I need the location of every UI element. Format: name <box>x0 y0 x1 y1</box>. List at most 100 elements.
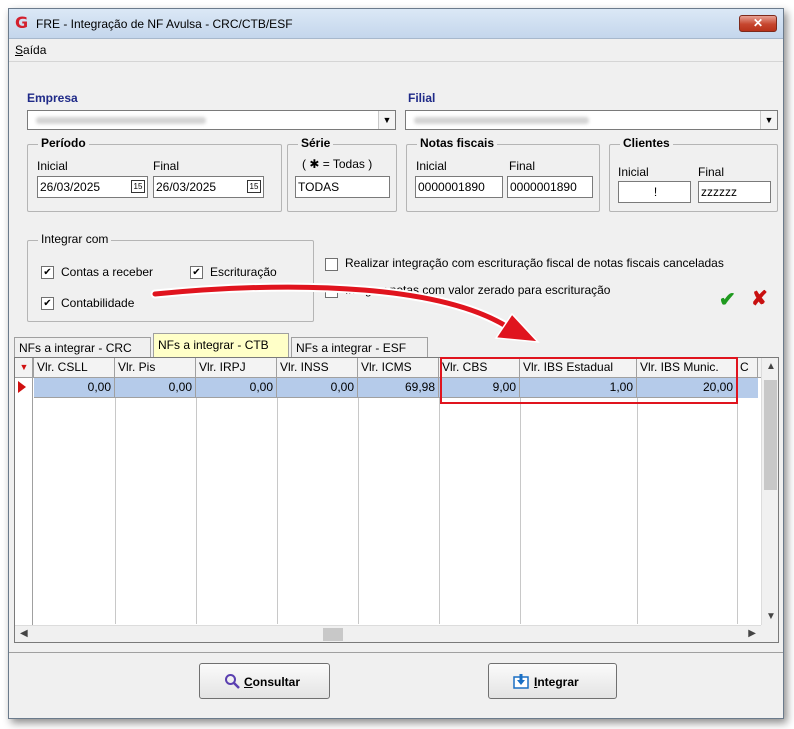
horizontal-scroll-thumb[interactable] <box>323 628 343 641</box>
grid-line <box>277 398 278 624</box>
escrituracao-label: Escrituração <box>210 265 277 279</box>
scroll-left-icon[interactable]: ◀ <box>20 628 28 639</box>
integrar-title: Integrar com <box>38 232 112 246</box>
menu-saida[interactable]: Saída <box>15 43 46 57</box>
cancel-x-icon[interactable]: ✘ <box>751 286 768 311</box>
scroll-corner <box>761 625 778 642</box>
serie-hint: ( ✱ = Todas ) <box>302 157 373 171</box>
current-row-arrow-icon <box>18 381 26 393</box>
clientes-final-value: zzzzzz <box>701 185 737 199</box>
clientes-inicial-value: ! <box>653 185 658 199</box>
vertical-scroll-thumb[interactable] <box>764 380 777 490</box>
canceladas-label: Realizar integração com escrituração fis… <box>345 256 724 270</box>
magnifier-icon <box>225 674 240 689</box>
integrar-button[interactable]: Integrar <box>488 663 617 699</box>
close-button[interactable]: ✕ <box>739 15 777 32</box>
col-c-header[interactable]: C <box>737 358 758 377</box>
col-icms-header[interactable]: Vlr. ICMS <box>358 358 439 377</box>
clientes-title: Clientes <box>620 136 673 150</box>
canceladas-checkbox[interactable] <box>325 258 338 271</box>
periodo-final-field[interactable]: 26/03/2025 15 <box>153 176 264 198</box>
app-logo-icon: G <box>15 13 29 32</box>
empresa-dropdown-icon[interactable]: ▼ <box>378 111 395 129</box>
footer-separator <box>9 652 783 653</box>
col-inss-header[interactable]: Vlr. INSS <box>277 358 358 377</box>
empresa-value-redacted <box>36 117 206 124</box>
filial-select[interactable]: ▼ <box>405 110 778 130</box>
periodo-final-value: 26/03/2025 <box>156 180 217 194</box>
notas-inicial-label: Inicial <box>416 159 447 173</box>
clientes-final-label: Final <box>698 165 725 179</box>
menu-saida-label: aída <box>23 43 47 57</box>
scroll-up-icon[interactable]: ▲ <box>766 361 776 372</box>
grid-line <box>196 398 197 624</box>
cell-icms[interactable]: 69,98 <box>358 378 439 398</box>
col-csll-header[interactable]: Vlr. CSLL <box>34 358 115 377</box>
menu-saida-mnemonic: S <box>15 43 24 57</box>
scroll-right-icon[interactable]: ▶ <box>748 628 756 639</box>
grid-line <box>520 398 521 624</box>
window-title: FRE - Integração de NF Avulsa - CRC/CTB/… <box>36 17 293 31</box>
filial-dropdown-icon[interactable]: ▼ <box>760 111 777 129</box>
cell-pis[interactable]: 0,00 <box>115 378 196 398</box>
notas-inicial-input[interactable]: 0000001890 <box>415 176 503 198</box>
clientes-group: Clientes Inicial Final ! zzzzzz <box>609 136 778 212</box>
periodo-inicial-field[interactable]: 26/03/2025 15 <box>37 176 148 198</box>
contas-receber-checkbox[interactable]: ✔ <box>41 266 54 279</box>
serie-group: Série ( ✱ = Todas ) TODAS <box>287 136 397 212</box>
contabilidade-label: Contabilidade <box>61 296 135 310</box>
clientes-inicial-label: Inicial <box>618 165 649 179</box>
col-pis-header[interactable]: Vlr. Pis <box>115 358 196 377</box>
notas-group: Notas fiscais Inicial Final 0000001890 0… <box>406 136 600 212</box>
calendar-icon[interactable]: 15 <box>247 180 261 193</box>
integrar-label: Integrar <box>534 675 579 689</box>
calendar-icon[interactable]: 15 <box>131 180 145 193</box>
grid-line <box>358 398 359 624</box>
periodo-title: Período <box>38 136 89 150</box>
empresa-select[interactable]: ▼ <box>27 110 396 130</box>
consultar-label: Consultar <box>244 675 300 689</box>
highlight-box <box>440 357 738 404</box>
cell-inss[interactable]: 0,00 <box>277 378 358 398</box>
notas-inicial-value: 0000001890 <box>418 180 485 194</box>
notas-final-value: 0000001890 <box>510 180 577 194</box>
consultar-button[interactable]: Consultar <box>199 663 330 699</box>
consultar-mnemonic: C <box>244 675 253 689</box>
serie-value: TODAS <box>298 180 340 194</box>
vertical-scrollbar[interactable]: ▲ ▼ <box>761 358 778 625</box>
periodo-group: Período Inicial Final 26/03/2025 15 26/0… <box>27 136 282 212</box>
cell-csll[interactable]: 0,00 <box>34 378 115 398</box>
grid-line <box>637 398 638 624</box>
grid-line <box>439 398 440 624</box>
cell-irpj[interactable]: 0,00 <box>196 378 277 398</box>
tab-crc[interactable]: NFs a integrar - CRC <box>14 337 151 357</box>
notas-final-input[interactable]: 0000001890 <box>507 176 593 198</box>
serie-title: Série <box>298 136 334 150</box>
annotation-arrow <box>150 282 540 343</box>
contabilidade-checkbox[interactable]: ✔ <box>41 297 54 310</box>
contas-receber-label: Contas a receber <box>61 265 154 279</box>
clientes-final-input[interactable]: zzzzzz <box>698 181 771 203</box>
periodo-inicial-label: Inicial <box>37 159 68 173</box>
grid-line <box>737 398 738 624</box>
horizontal-scrollbar[interactable]: ◀ ▶ <box>15 625 761 642</box>
download-icon <box>513 674 529 689</box>
escrituracao-checkbox[interactable]: ✔ <box>190 266 203 279</box>
clientes-inicial-input[interactable]: ! <box>618 181 691 203</box>
filial-value-redacted <box>414 117 589 124</box>
scroll-down-icon[interactable]: ▼ <box>766 611 776 622</box>
col-irpj-header[interactable]: Vlr. IRPJ <box>196 358 277 377</box>
confirm-check-icon[interactable]: ✔ <box>719 287 736 312</box>
notas-title: Notas fiscais <box>417 136 498 150</box>
menu-bar: Saída <box>9 40 783 60</box>
row-indicator-column <box>15 358 33 642</box>
empresa-label: Empresa <box>27 91 78 105</box>
periodo-inicial-value: 26/03/2025 <box>40 180 101 194</box>
notas-final-label: Final <box>509 159 536 173</box>
integrar-label-rest: ntegrar <box>537 675 579 689</box>
periodo-final-label: Final <box>153 159 180 173</box>
filial-label: Filial <box>408 91 436 105</box>
serie-input[interactable]: TODAS <box>295 176 390 198</box>
grid-line <box>115 398 116 624</box>
title-bar: G FRE - Integração de NF Avulsa - CRC/CT… <box>9 9 783 39</box>
